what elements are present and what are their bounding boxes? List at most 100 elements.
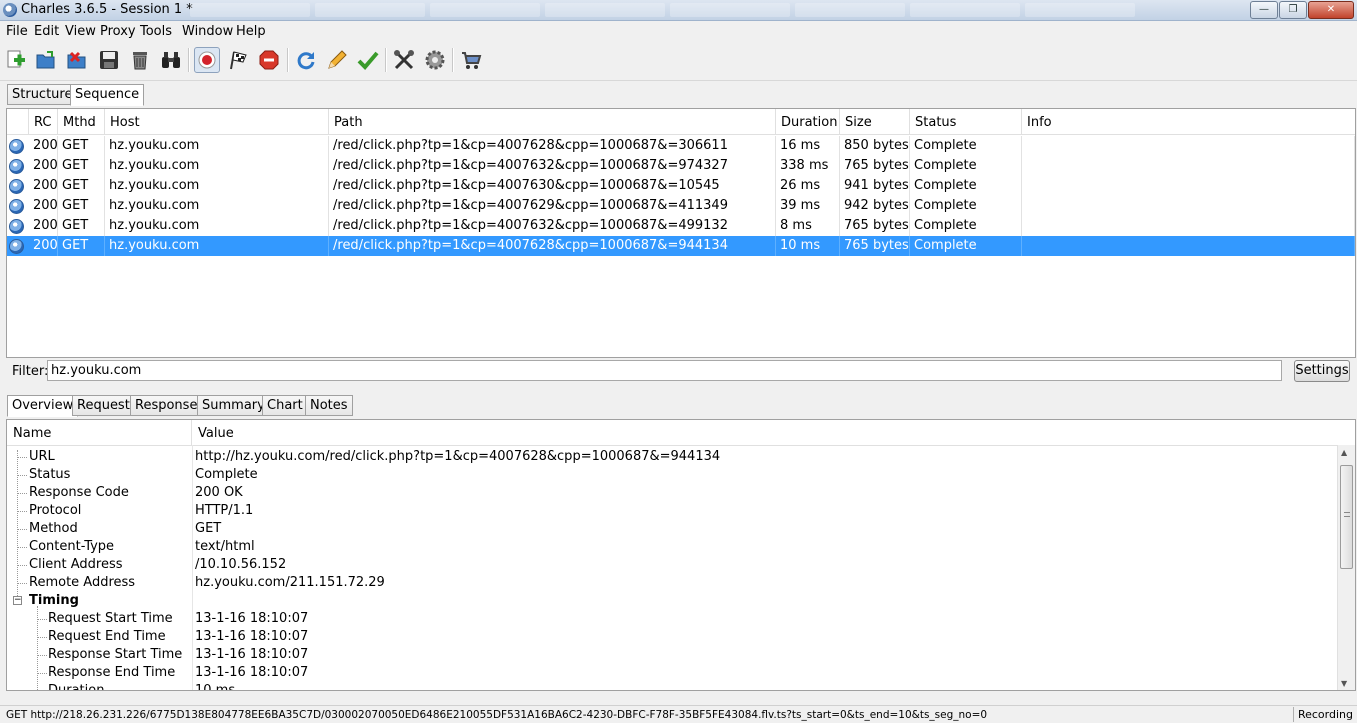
cell-status: Complete <box>910 136 1022 156</box>
tab-summary[interactable]: Summary <box>197 395 270 416</box>
timing-row[interactable]: Request Start Time 13-1-16 18:10:07 <box>7 610 1338 628</box>
filter-label: Filter: <box>12 364 49 379</box>
property-name: Status <box>29 467 71 482</box>
tools-icon[interactable] <box>391 47 417 73</box>
cell-duration: 16 ms <box>776 136 840 156</box>
close-session-icon[interactable] <box>64 47 90 73</box>
column-duration[interactable]: Duration <box>776 109 840 134</box>
menu-tools[interactable]: Tools <box>140 24 172 39</box>
property-value: 13-1-16 18:10:07 <box>195 611 309 626</box>
cell-duration: 26 ms <box>776 176 840 196</box>
minimize-button[interactable]: — <box>1250 1 1278 19</box>
table-row[interactable]: 200 GET hz.youku.com/red/click.php?tp=1&cp… <box>7 216 1355 236</box>
settings-button[interactable]: Settings <box>1294 360 1350 382</box>
timing-row[interactable]: Response End Time 13-1-16 18:10:07 <box>7 664 1338 682</box>
scrollbar-thumb[interactable] <box>1340 465 1353 569</box>
table-row[interactable]: 200 GET hz.youku.com/red/click.php?tp=1&cp… <box>7 156 1355 176</box>
cell-method: GET <box>58 136 105 156</box>
vertical-scrollbar[interactable]: ▲ ▼ <box>1337 445 1355 690</box>
table-row[interactable]: 200 GET hz.youku.com/red/click.php?tp=1&cp… <box>7 196 1355 216</box>
cell-size: 850 bytes <box>840 136 910 156</box>
binoculars-icon[interactable] <box>158 47 184 73</box>
overview-row[interactable]: Status Complete <box>7 466 1338 484</box>
timing-row[interactable]: Request End Time 13-1-16 18:10:07 <box>7 628 1338 646</box>
column-value[interactable]: Value <box>192 420 1338 445</box>
tab-request[interactable]: Request <box>72 395 135 416</box>
maximize-button[interactable]: ❐ <box>1279 1 1307 19</box>
stop-icon[interactable] <box>256 47 282 73</box>
cell-host: hz.youku.com <box>105 196 329 216</box>
request-globe-icon <box>9 159 24 174</box>
tab-notes[interactable]: Notes <box>305 395 353 416</box>
property-name: Response Code <box>29 485 129 500</box>
new-session-icon[interactable] <box>3 47 29 73</box>
validate-check-icon[interactable] <box>355 47 381 73</box>
record-icon[interactable] <box>194 47 220 73</box>
shopping-cart-icon[interactable] <box>458 47 484 73</box>
settings-gear-icon[interactable] <box>422 47 448 73</box>
timing-row[interactable]: Duration 10 ms <box>7 682 1338 690</box>
collapse-toggle-icon[interactable]: − <box>13 596 22 605</box>
save-icon[interactable] <box>96 47 122 73</box>
column-method[interactable]: Mthd <box>58 109 105 134</box>
cell-status: Complete <box>910 196 1022 216</box>
menu-proxy[interactable]: Proxy <box>100 24 136 39</box>
cell-info <box>1022 156 1355 176</box>
column-path[interactable]: Path <box>329 109 776 134</box>
menu-edit[interactable]: Edit <box>34 24 59 39</box>
cell-size: 765 bytes <box>840 216 910 236</box>
menu-window[interactable]: Window <box>182 24 233 39</box>
table-row[interactable]: 200 GET hz.youku.com/red/click.php?tp=1&cp… <box>7 236 1355 256</box>
trash-icon[interactable] <box>127 47 153 73</box>
cell-host: hz.youku.com <box>105 236 329 256</box>
overview-row[interactable]: Content-Type text/html <box>7 538 1338 556</box>
overview-row[interactable]: Protocol HTTP/1.1 <box>7 502 1338 520</box>
column-rc[interactable]: RC <box>29 109 58 134</box>
refresh-icon[interactable] <box>293 47 319 73</box>
filter-input[interactable]: hz.youku.com <box>47 360 1282 381</box>
tab-overview[interactable]: Overview <box>7 395 79 417</box>
column-name[interactable]: Name <box>7 420 192 445</box>
property-value: 13-1-16 18:10:07 <box>195 647 309 662</box>
cell-path: /red/click.php?tp=1&cp=4007628&cpp=10006… <box>329 136 776 156</box>
tab-chart[interactable]: Chart <box>262 395 308 416</box>
table-row[interactable]: 200 GET hz.youku.com/red/click.php?tp=1&cp… <box>7 136 1355 156</box>
property-value: 13-1-16 18:10:07 <box>195 665 309 680</box>
cell-size: 941 bytes <box>840 176 910 196</box>
request-globe-icon <box>9 179 24 194</box>
table-row[interactable]: 200 GET hz.youku.com/red/click.php?tp=1&cp… <box>7 176 1355 196</box>
property-value: hz.youku.com/211.151.72.29 <box>195 575 385 590</box>
column-size[interactable]: Size <box>840 109 910 134</box>
cell-info <box>1022 236 1355 256</box>
cell-rc: 200 <box>29 156 58 176</box>
menu-file[interactable]: File <box>6 24 28 39</box>
overview-row[interactable]: Client Address/10.10.56.152 <box>7 556 1338 574</box>
menu-help[interactable]: Help <box>236 24 266 39</box>
timing-row[interactable]: Response Start Time 13-1-16 18:10:07 <box>7 646 1338 664</box>
overview-row[interactable]: Response Code 200 OK <box>7 484 1338 502</box>
edit-pencil-icon[interactable] <box>324 47 350 73</box>
overview-row[interactable]: URL http://hz.youku.com/red/click.php?tp=… <box>7 448 1338 466</box>
close-window-button[interactable]: ✕ <box>1308 1 1354 19</box>
property-name: Request Start Time <box>48 611 173 626</box>
cell-status: Complete <box>910 236 1022 256</box>
overview-row[interactable]: Remote Address hz.youku.com/211.151.72.29 <box>7 574 1338 592</box>
title-bar: Charles 3.6.5 - Session 1 * — ❐ ✕ <box>0 0 1357 21</box>
throttle-flag-icon[interactable] <box>225 47 251 73</box>
tab-response[interactable]: Response <box>130 395 203 416</box>
cell-info <box>1022 136 1355 156</box>
column-status[interactable]: Status <box>910 109 1022 134</box>
menu-view[interactable]: View <box>65 24 96 39</box>
column-info[interactable]: Info <box>1022 109 1355 134</box>
open-icon[interactable] <box>33 47 59 73</box>
tab-sequence[interactable]: Sequence <box>70 84 145 106</box>
column-host[interactable]: Host <box>105 109 329 134</box>
overview-row[interactable]: Method GET <box>7 520 1338 538</box>
cell-method: GET <box>58 156 105 176</box>
property-name: Method <box>29 521 78 536</box>
property-name: Client Address <box>29 557 123 572</box>
cell-method: GET <box>58 236 105 256</box>
table-header: RC Mthd Host Path Duration Size Status I… <box>7 109 1355 135</box>
tab-structure[interactable]: Structure <box>7 84 78 105</box>
timing-group[interactable]: − Timing <box>7 592 1338 610</box>
